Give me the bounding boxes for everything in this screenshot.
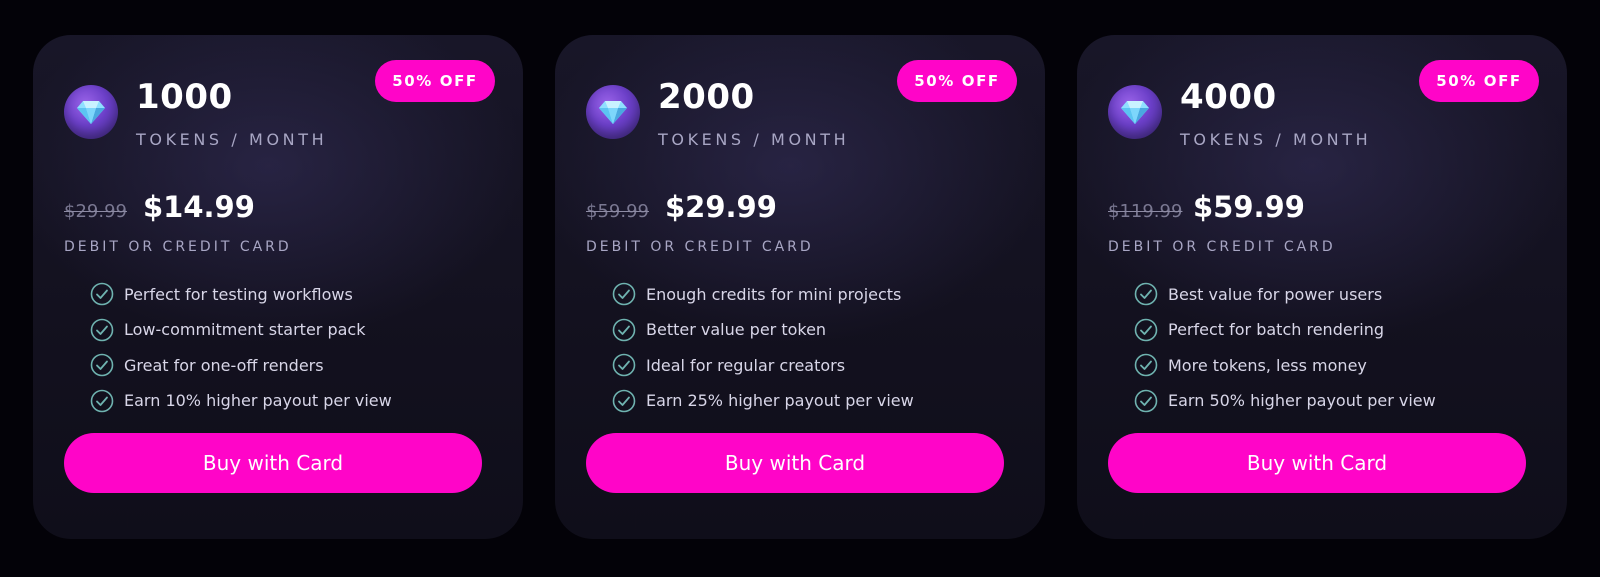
feature-text: Low-commitment starter pack [124, 320, 366, 339]
check-circle-icon [612, 282, 636, 306]
check-circle-icon [1134, 353, 1158, 377]
feature-item: Great for one-off renders [90, 353, 392, 377]
token-amount: 4000 [1180, 77, 1277, 117]
feature-text: Earn 25% higher payout per view [646, 391, 914, 410]
original-price: $119.99 [1108, 201, 1183, 222]
buy-with-card-button[interactable]: Buy with Card [64, 433, 482, 493]
feature-item: Best value for power users [1134, 282, 1436, 306]
check-circle-icon [90, 353, 114, 377]
check-circle-icon [1134, 389, 1158, 412]
feature-item: Enough credits for mini projects [612, 282, 914, 306]
feature-item: Earn 50% higher payout per view [1134, 389, 1436, 413]
discounted-price: $29.99 [665, 190, 777, 224]
diamond-icon [1108, 85, 1162, 139]
feature-item: More tokens, less money [1134, 353, 1436, 377]
buy-with-card-button[interactable]: Buy with Card [1108, 433, 1526, 493]
diamond-icon [64, 85, 118, 139]
buy-with-card-button[interactable]: Buy with Card [586, 433, 1004, 493]
token-amount: 2000 [658, 77, 755, 117]
discount-badge: 50% OFF [375, 60, 495, 102]
check-circle-icon [1134, 282, 1158, 306]
feature-text: Great for one-off renders [124, 355, 324, 375]
check-circle-icon [612, 353, 636, 377]
pricing-card-2000: 50% OFF 2000 TOKENS / MONTH $59.99 $29.9… [555, 35, 1045, 539]
discounted-price: $14.99 [143, 190, 255, 224]
discount-badge: 50% OFF [897, 60, 1017, 102]
original-price: $59.99 [586, 201, 649, 222]
check-circle-icon [612, 389, 636, 412]
payment-method-label: DEBIT OR CREDIT CARD [64, 239, 292, 255]
token-unit-label: TOKENS / MONTH [658, 130, 850, 149]
check-circle-icon [90, 318, 114, 341]
diamond-icon [586, 85, 640, 139]
payment-method-label: DEBIT OR CREDIT CARD [586, 239, 814, 255]
feature-text: Earn 10% higher payout per view [124, 391, 392, 410]
feature-list: Perfect for testing workflows Low-commit… [90, 282, 392, 424]
feature-list: Enough credits for mini projects Better … [612, 282, 914, 424]
feature-item: Ideal for regular creators [612, 353, 914, 377]
feature-item: Better value per token [612, 318, 914, 342]
discount-badge: 50% OFF [1419, 60, 1539, 102]
feature-text: Earn 50% higher payout per view [1168, 391, 1436, 410]
check-circle-icon [90, 389, 114, 412]
feature-text: Perfect for batch rendering [1168, 320, 1385, 339]
feature-item: Earn 10% higher payout per view [90, 389, 392, 413]
token-amount: 1000 [136, 77, 233, 117]
original-price: $29.99 [64, 201, 127, 222]
feature-text: Better value per token [646, 320, 827, 339]
check-circle-icon [90, 282, 114, 306]
feature-text: Best value for power users [1168, 284, 1383, 304]
feature-text: Perfect for testing workflows [124, 284, 353, 304]
discounted-price: $59.99 [1193, 190, 1305, 224]
feature-text: More tokens, less money [1168, 355, 1367, 375]
pricing-card-1000: 50% OFF 1000 TOKENS / MONTH $29.99 $14.9… [33, 35, 523, 539]
check-circle-icon [1134, 318, 1158, 341]
feature-item: Low-commitment starter pack [90, 318, 392, 342]
payment-method-label: DEBIT OR CREDIT CARD [1108, 239, 1336, 255]
feature-text: Enough credits for mini projects [646, 284, 902, 304]
feature-item: Earn 25% higher payout per view [612, 389, 914, 413]
token-unit-label: TOKENS / MONTH [136, 130, 328, 149]
feature-item: Perfect for batch rendering [1134, 318, 1436, 342]
feature-list: Best value for power users Perfect for b… [1134, 282, 1436, 424]
feature-item: Perfect for testing workflows [90, 282, 392, 306]
pricing-card-4000: 50% OFF 4000 TOKENS / MONTH $119.99 $59.… [1077, 35, 1567, 539]
feature-text: Ideal for regular creators [646, 355, 846, 375]
check-circle-icon [612, 318, 636, 341]
pricing-cards: 50% OFF 1000 TOKENS / MONTH $29.99 $14.9… [0, 0, 1600, 577]
token-unit-label: TOKENS / MONTH [1180, 130, 1372, 149]
